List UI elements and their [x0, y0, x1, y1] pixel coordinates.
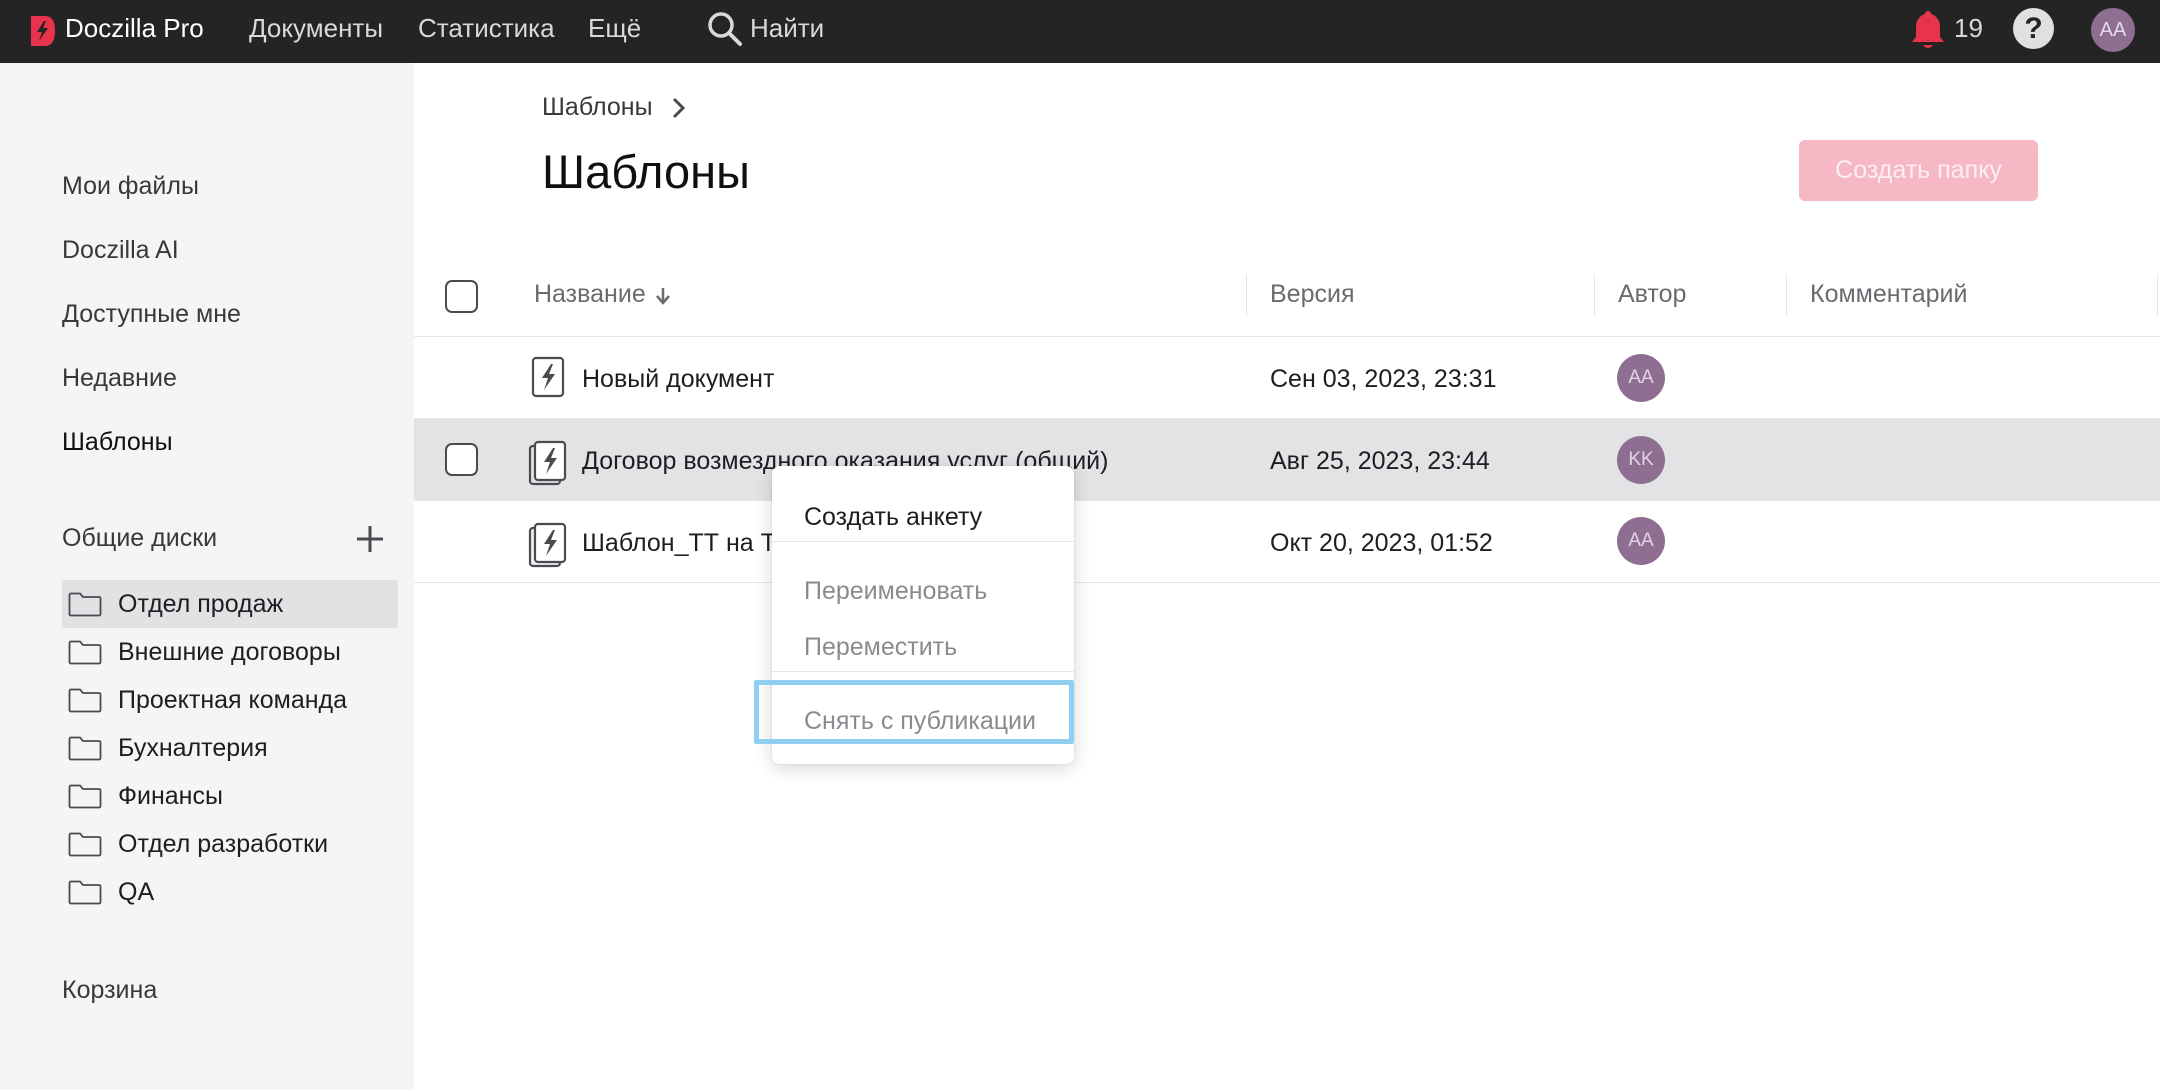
shared-drives-label: Общие диски — [62, 524, 218, 552]
help-icon[interactable]: ? — [2013, 8, 2054, 49]
author-avatar[interactable]: AA — [1617, 517, 1665, 565]
column-separator[interactable] — [1246, 274, 1247, 316]
drive-finance[interactable]: Финансы — [62, 772, 398, 820]
table-divider — [414, 582, 2160, 583]
folder-icon — [68, 640, 102, 665]
brand-name[interactable]: Doczilla Pro — [65, 13, 204, 43]
row-name[interactable]: Шаблон_ТТ на Т — [582, 528, 776, 558]
notification-count[interactable]: 19 — [1954, 13, 1983, 43]
doczilla-logo-icon[interactable] — [27, 14, 57, 48]
column-separator[interactable] — [1786, 274, 1787, 316]
sidebar-item-my-files[interactable]: Мои файлы — [62, 171, 199, 201]
nav-more[interactable]: Ещё — [588, 13, 641, 43]
top-bar: Doczilla Pro Документы Статистика Ещё На… — [0, 0, 2160, 63]
template-stack-icon — [528, 522, 567, 568]
bell-icon[interactable] — [1908, 8, 1948, 52]
folder-icon — [68, 592, 102, 617]
column-separator[interactable] — [2157, 274, 2158, 316]
sidebar-item-shared-with-me[interactable]: Доступные мне — [62, 299, 241, 329]
folder-icon — [68, 880, 102, 905]
table-divider — [414, 500, 2160, 501]
row-name[interactable]: Новый документ — [582, 364, 774, 394]
drive-label: Финансы — [118, 782, 223, 810]
search-button[interactable]: Найти — [750, 13, 824, 43]
drive-accounting[interactable]: Бухнaлтерия — [62, 724, 398, 772]
nav-statistics[interactable]: Статистика — [418, 13, 555, 43]
column-separator[interactable] — [1594, 274, 1595, 316]
menu-separator — [772, 541, 1074, 542]
drive-label: Отдел разработки — [118, 830, 329, 858]
table-divider — [414, 336, 2160, 337]
drive-label: QA — [118, 878, 155, 906]
user-avatar[interactable]: AA — [2091, 8, 2135, 52]
breadcrumb[interactable]: Шаблоны — [542, 92, 653, 122]
sidebar-item-trash[interactable]: Корзина — [62, 975, 157, 1005]
drive-sales[interactable]: Отдел продаж — [62, 580, 398, 628]
page-title: Шаблоны — [542, 145, 750, 198]
drive-label: Бухнaлтерия — [118, 734, 268, 762]
sidebar-item-doczilla-ai[interactable]: Doczilla AI — [62, 235, 179, 265]
template-document-icon — [531, 356, 565, 398]
menu-item-move[interactable]: Переместить — [804, 632, 957, 662]
sidebar-item-recent[interactable]: Недавние — [62, 363, 177, 393]
column-header-author[interactable]: Автор — [1618, 279, 1686, 309]
search-icon[interactable] — [706, 10, 744, 48]
row-checkbox[interactable] — [445, 443, 478, 476]
drive-external-contracts[interactable]: Внешние договоры — [62, 628, 398, 676]
sidebar: Мои файлы Doczilla AI Доступные мне Неда… — [0, 63, 414, 1090]
menu-separator — [772, 671, 1074, 672]
drive-label: Проектная команда — [118, 686, 348, 714]
folder-icon — [68, 784, 102, 809]
drive-qa[interactable]: QA — [62, 868, 398, 916]
drive-label: Внешние договоры — [118, 638, 341, 666]
nav-documents[interactable]: Документы — [249, 13, 383, 43]
drive-label: Отдел продаж — [118, 590, 284, 618]
menu-item-create-form[interactable]: Создать анкету — [804, 502, 982, 532]
column-header-comment[interactable]: Комментарий — [1810, 279, 1967, 309]
row-version: Окт 20, 2023, 01:52 — [1270, 529, 1493, 557]
author-avatar[interactable]: KK — [1617, 436, 1665, 484]
add-drive-icon[interactable] — [354, 523, 386, 555]
drive-development[interactable]: Отдел разработки — [62, 820, 398, 868]
template-stack-icon — [528, 440, 567, 486]
menu-item-rename[interactable]: Переименовать — [804, 576, 987, 606]
column-header-name[interactable]: Название — [534, 279, 646, 309]
select-all-checkbox[interactable] — [445, 280, 478, 313]
sort-arrow-down-icon[interactable] — [655, 286, 671, 306]
author-avatar[interactable]: AA — [1617, 354, 1665, 402]
create-folder-button[interactable]: Создать папку — [1799, 140, 2038, 201]
row-version: Сен 03, 2023, 23:31 — [1270, 365, 1497, 393]
chevron-right-icon — [672, 97, 686, 119]
folder-icon — [68, 736, 102, 761]
folder-icon — [68, 688, 102, 713]
folder-icon — [68, 832, 102, 857]
drive-project-team[interactable]: Проектная команда — [62, 676, 398, 724]
unpublish-highlight-box — [754, 680, 1074, 744]
column-header-version[interactable]: Версия — [1270, 279, 1355, 309]
sidebar-item-templates[interactable]: Шаблоны — [62, 427, 173, 457]
row-version: Авг 25, 2023, 23:44 — [1270, 447, 1490, 475]
